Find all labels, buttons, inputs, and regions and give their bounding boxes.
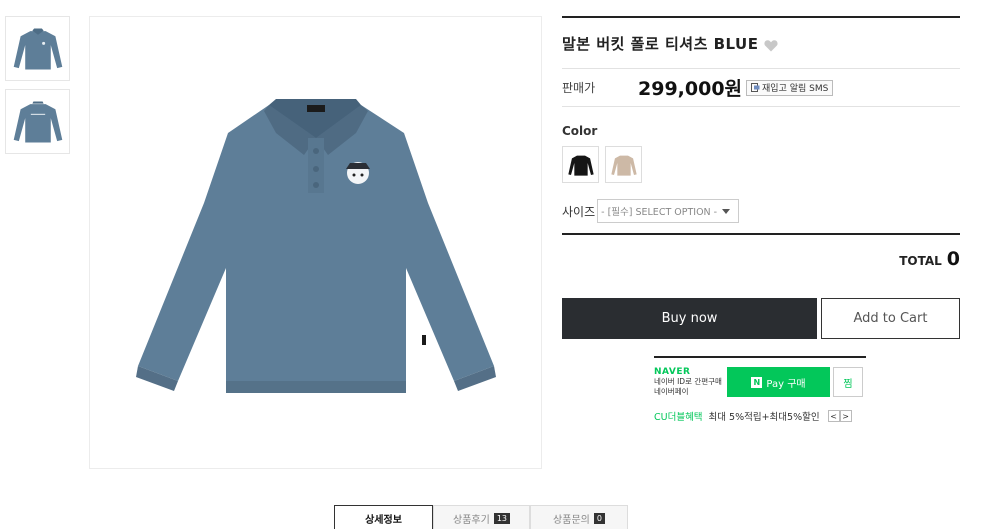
tab-details-label: 상세정보: [365, 515, 402, 526]
naver-n-icon: N: [751, 376, 763, 388]
divider: [562, 233, 960, 235]
shirt-thumb-image: [13, 28, 62, 69]
color-swatch-black[interactable]: [562, 146, 599, 183]
naver-logo: NAVER: [654, 367, 691, 377]
color-swatch-beige[interactable]: [605, 146, 642, 183]
naver-pay-row: NAVER 네이버 ID로 간편구매 네이버페이 N Pay 구매 찜: [654, 367, 866, 397]
beige-shirt-icon: [610, 155, 637, 176]
product-title: 말본 버킷 폴로 티셔츠 BLUE: [562, 34, 759, 53]
review-count-badge: 13: [493, 513, 510, 524]
color-label: Color: [562, 124, 598, 138]
thumbnail-back[interactable]: [5, 89, 70, 154]
restock-sms-button[interactable]: 재입고 알림 SMS: [746, 79, 834, 96]
size-row: 사이즈 - [필수] SELECT OPTION -: [562, 199, 960, 223]
naver-pay-box: NAVER 네이버 ID로 간편구매 네이버페이 N Pay 구매 찜 CU더블…: [654, 356, 866, 423]
tab-reviews[interactable]: 상품후기 13: [433, 505, 530, 529]
total-label: TOTAL: [899, 254, 942, 268]
tab-details[interactable]: 상세정보: [334, 505, 433, 529]
main-product-image: [89, 16, 542, 469]
buy-now-button[interactable]: Buy now: [562, 298, 817, 339]
restock-sms-label: 재입고 알림 SMS: [762, 84, 829, 94]
benefit-label: CU더블혜택: [654, 412, 703, 423]
shirt-back-thumb-image: [13, 101, 62, 142]
size-label: 사이즈: [562, 204, 596, 219]
naver-benefit-row: CU더블혜택 최대 5%적립+최대5%할인 < >: [654, 409, 866, 423]
total-row: TOTAL 0: [562, 248, 960, 270]
thumbnail-front[interactable]: [5, 16, 70, 81]
purchase-buttons: Buy now Add to Cart: [562, 298, 960, 339]
heart-icon[interactable]: [764, 37, 779, 51]
price-label: 판매가: [562, 81, 596, 95]
bell-icon: [751, 83, 760, 92]
product-price: 299,000원: [638, 78, 743, 100]
naver-pay-desc-2: 네이버페이: [654, 387, 689, 396]
title-row: 말본 버킷 폴로 티셔츠 BLUE: [562, 18, 960, 69]
black-shirt-icon: [567, 155, 594, 176]
tab-inquiries[interactable]: 상품문의 0: [530, 505, 628, 529]
product-info-panel: 말본 버킷 폴로 티셔츠 BLUE 판매가 299,000원 재입고 알림 SM…: [562, 16, 960, 339]
naver-pay-button[interactable]: N Pay 구매: [727, 367, 830, 397]
total-value: 0: [946, 248, 960, 270]
polo-shirt-illustration: [135, 98, 496, 393]
naver-pay-desc-1: 네이버 ID로 간편구매: [654, 377, 722, 386]
naver-pay-label: Pay 구매: [766, 378, 806, 390]
naver-pay-brand: NAVER 네이버 ID로 간편구매 네이버페이: [654, 367, 727, 397]
color-swatches: [562, 146, 960, 183]
add-to-cart-button[interactable]: Add to Cart: [821, 298, 960, 339]
tab-inquiries-label: 상품문의: [553, 515, 590, 526]
tab-reviews-label: 상품후기: [453, 515, 490, 526]
chevron-down-icon: [722, 209, 731, 214]
detail-tabs: 상세정보 상품후기 13 상품문의 0: [334, 505, 628, 529]
size-select-value: - [필수] SELECT OPTION -: [601, 207, 718, 218]
benefit-text: 최대 5%적립+최대5%할인: [708, 412, 820, 423]
naver-wish-button[interactable]: 찜: [833, 367, 863, 397]
size-select[interactable]: - [필수] SELECT OPTION -: [597, 199, 740, 223]
chevron-right-icon[interactable]: >: [839, 410, 852, 422]
inquiry-count-badge: 0: [593, 513, 605, 524]
price-row: 판매가 299,000원 재입고 알림 SMS: [562, 69, 960, 107]
chevron-left-icon[interactable]: <: [827, 410, 840, 422]
